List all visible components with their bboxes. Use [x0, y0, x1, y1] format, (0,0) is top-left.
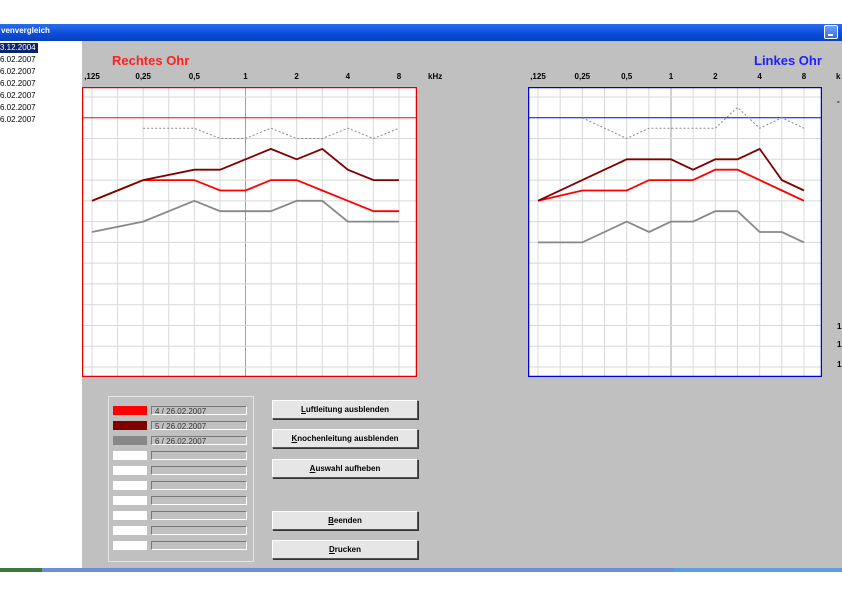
legend-row[interactable]: 6 / 26.02.2007: [113, 436, 253, 447]
window-title: venvergleich: [1, 26, 50, 35]
x-tick-label: 1: [668, 72, 674, 81]
list-item[interactable]: 6.02.2007: [0, 67, 38, 77]
list-item[interactable]: 3.12.2004: [0, 43, 38, 53]
button-label: uftleitung ausblenden: [305, 405, 389, 414]
x-tick-label: ,125: [84, 72, 100, 81]
hide-bone-conduction-button[interactable]: Knochenleitung ausblenden: [272, 429, 418, 448]
legend-label-field: 4 / 26.02.2007: [151, 406, 247, 416]
list-item[interactable]: 6.02.2007: [0, 55, 38, 65]
y-tick-label-clipped: -: [837, 97, 840, 106]
legend-swatch: [113, 406, 147, 415]
hide-air-conduction-button[interactable]: Luftleitung ausblenden: [272, 400, 418, 419]
print-button[interactable]: Drucken: [272, 540, 418, 559]
chart-title: Linkes Ohr: [754, 53, 822, 68]
legend-swatch: [113, 526, 147, 535]
legend-row[interactable]: 4 / 26.02.2007: [113, 406, 253, 417]
x-tick-label: ,125: [530, 72, 546, 81]
list-item[interactable]: 6.02.2007: [0, 103, 38, 113]
legend-swatch: [113, 421, 147, 430]
button-label: rucken: [334, 545, 361, 554]
legend-swatch: [113, 496, 147, 505]
legend-label-field: [151, 511, 247, 520]
y-tick-label-clipped: 1: [837, 322, 842, 331]
x-unit-label-clipped: k: [836, 72, 841, 81]
title-bar: venvergleich: [0, 24, 842, 41]
legend-row[interactable]: 5 / 26.02.2007: [113, 421, 253, 432]
x-unit-label: kHz: [428, 72, 443, 81]
x-tick-label: 1: [243, 72, 248, 81]
legend-label-field: [151, 541, 247, 550]
list-item[interactable]: 6.02.2007: [0, 115, 38, 125]
x-tick-label: 0,25: [135, 72, 151, 81]
legend-row[interactable]: [113, 481, 253, 492]
x-tick-label: 0,5: [621, 72, 633, 81]
chart-title: Rechtes Ohr: [112, 53, 190, 68]
legend-panel: 4 / 26.02.2007 5 / 26.02.2007 6 / 26.02.20…: [108, 396, 254, 562]
x-tick-label: 8: [801, 72, 807, 81]
clear-selection-button[interactable]: Auswahl aufheben: [272, 459, 418, 478]
x-tick-label: 0,5: [188, 72, 200, 81]
audiogram-chart: [82, 87, 417, 377]
legend-row[interactable]: [113, 526, 253, 537]
legend-swatch: [113, 541, 147, 550]
legend-swatch: [113, 511, 147, 520]
y-tick-label-clipped: 1: [837, 340, 842, 349]
legend-row[interactable]: [113, 466, 253, 477]
legend-row[interactable]: [113, 451, 253, 462]
legend-swatch: [113, 451, 147, 460]
legend-swatch: [113, 466, 147, 475]
button-label: eenden: [333, 516, 362, 525]
x-tick-label: 0,25: [574, 72, 591, 81]
list-item[interactable]: 6.02.2007: [0, 79, 38, 89]
x-tick-label: 2: [713, 72, 718, 81]
button-label: nochenleitung ausblenden: [297, 434, 399, 443]
plot-background: [82, 87, 417, 377]
legend-swatch: [113, 481, 147, 490]
legend-swatch: [113, 436, 147, 445]
x-tick-label: 8: [396, 72, 402, 81]
legend-label-field: [151, 466, 247, 475]
legend-label-field: 5 / 26.02.2007: [151, 421, 247, 431]
legend-label-field: 6 / 26.02.2007: [151, 436, 247, 446]
y-tick-label-clipped: 1: [837, 360, 842, 369]
x-tick-label: 2: [294, 72, 299, 81]
exit-button[interactable]: Beenden: [272, 511, 418, 530]
legend-label-field: [151, 496, 247, 505]
date-list: 3.12.2004 6.02.2007 6.02.2007 6.02.2007 …: [0, 41, 82, 568]
list-item[interactable]: 6.02.2007: [0, 91, 38, 101]
legend-row[interactable]: [113, 496, 253, 507]
legend-label-field: [151, 451, 247, 460]
legend-row[interactable]: [113, 511, 253, 522]
minimize-button[interactable]: [824, 25, 838, 39]
audiogram-chart: [528, 87, 822, 377]
button-label: uswahl aufheben: [315, 464, 381, 473]
taskbar-strip: [0, 568, 842, 572]
legend-row[interactable]: [113, 541, 253, 552]
legend-label-field: [151, 526, 247, 535]
x-tick-label: 4: [757, 72, 762, 81]
x-tick-label: 4: [345, 72, 351, 81]
legend-label-field: [151, 481, 247, 490]
